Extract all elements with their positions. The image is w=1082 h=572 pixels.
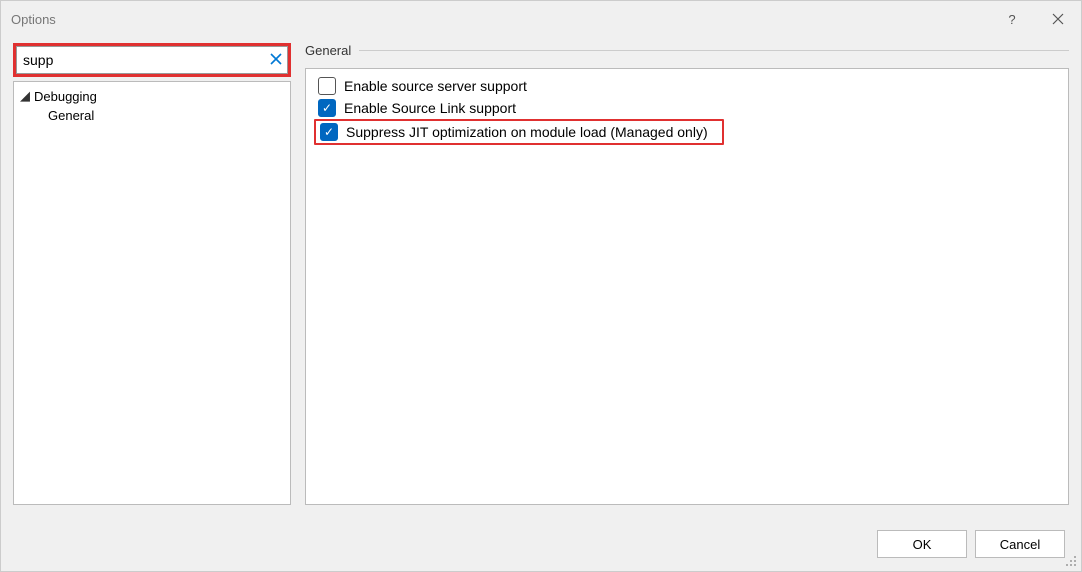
checkbox-checked-icon (318, 99, 336, 117)
help-button[interactable]: ? (989, 1, 1035, 37)
search-highlight (13, 43, 291, 77)
close-icon (1052, 13, 1064, 25)
option-label: Enable source server support (344, 78, 527, 94)
tree-item-general[interactable]: General (14, 106, 290, 125)
expander-icon: ◢ (20, 88, 30, 104)
left-pane: ◢ Debugging General (13, 43, 291, 505)
option-label: Enable Source Link support (344, 100, 516, 116)
section-title: General (305, 43, 351, 58)
grip-icon (1065, 555, 1077, 567)
option-label: Suppress JIT optimization on module load… (346, 124, 708, 140)
tree-label: General (48, 108, 94, 123)
right-pane: General Enable source server support Ena… (305, 43, 1069, 505)
clear-icon (270, 53, 282, 65)
clear-search-button[interactable] (270, 52, 282, 68)
help-icon: ? (1008, 12, 1015, 27)
option-enable-source-server[interactable]: Enable source server support (314, 75, 1060, 97)
options-dialog: Options ? ◢ Debugging General (0, 0, 1082, 572)
option-suppress-jit[interactable]: Suppress JIT optimization on module load… (316, 121, 712, 143)
option-enable-source-link[interactable]: Enable Source Link support (314, 97, 1060, 119)
section-divider (359, 50, 1069, 51)
suppress-jit-highlight: Suppress JIT optimization on module load… (314, 119, 724, 145)
close-button[interactable] (1035, 1, 1081, 37)
ok-button[interactable]: OK (877, 530, 967, 558)
checkbox-unchecked-icon (318, 77, 336, 95)
titlebar: Options ? (1, 1, 1081, 37)
resize-grip[interactable] (1065, 555, 1077, 567)
tree-item-debugging[interactable]: ◢ Debugging (14, 86, 290, 106)
options-list: Enable source server support Enable Sour… (305, 68, 1069, 505)
dialog-footer: OK Cancel (1, 517, 1081, 571)
cancel-button[interactable]: Cancel (975, 530, 1065, 558)
checkbox-checked-icon (320, 123, 338, 141)
dialog-title: Options (11, 12, 56, 27)
section-header: General (305, 43, 1069, 58)
category-tree: ◢ Debugging General (13, 81, 291, 505)
search-input[interactable] (16, 46, 288, 74)
dialog-content: ◢ Debugging General General Enable sourc… (1, 37, 1081, 517)
tree-label: Debugging (34, 89, 97, 104)
